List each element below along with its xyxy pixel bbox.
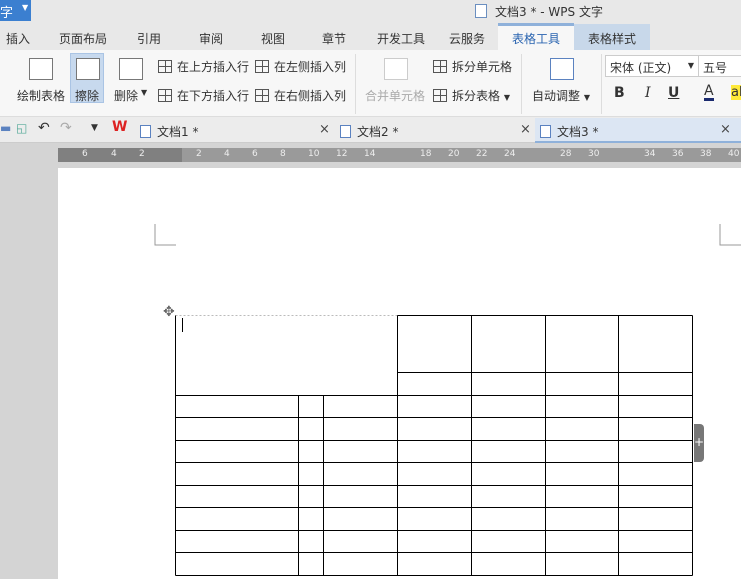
text-cursor (182, 318, 183, 332)
plus-icon: + (694, 435, 705, 449)
add-column-button[interactable]: + (694, 424, 704, 462)
page-marks: ✥ (154, 224, 741, 576)
margin-corner-mark (154, 224, 741, 246)
table-move-handle-icon: ✥ (163, 304, 175, 320)
table (175, 315, 693, 576)
